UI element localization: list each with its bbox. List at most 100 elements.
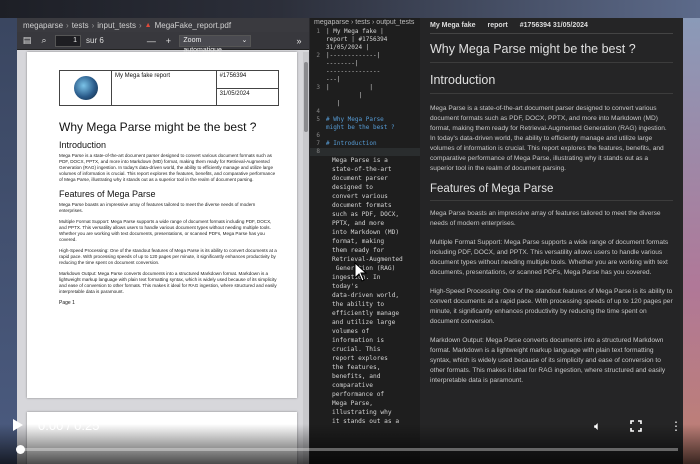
preview-table-report: report — [487, 22, 508, 29]
editor-line[interactable]: --------------- — [310, 68, 420, 76]
line-text — [326, 148, 420, 156]
preview-table-meta: #1756394 31/05/2024 — [519, 22, 588, 29]
fullscreen-icon[interactable] — [630, 420, 642, 432]
line-text — [326, 108, 420, 116]
pdf-features-heading: Features of Mega Parse — [59, 189, 156, 199]
line-number — [310, 92, 326, 100]
editor-breadcrumb: megaparse › tests › output_tests — [314, 19, 415, 26]
line-number: 1 — [316, 28, 320, 35]
mouse-cursor-icon — [354, 262, 368, 282]
pdf-page-1: My Mega fake report #1756394 31/05/2024 … — [27, 52, 297, 398]
ed-crumb-0[interactable]: megaparse — [314, 19, 349, 26]
line-number — [310, 44, 326, 52]
line-number — [310, 36, 326, 44]
line-number: 4 — [316, 108, 320, 115]
more-tools-icon[interactable]: » — [293, 35, 305, 47]
editor-line[interactable]: 31/05/2024 | — [310, 44, 420, 52]
crumb-0[interactable]: megaparse — [23, 21, 63, 30]
volume-icon[interactable]: 🔈︎ — [594, 420, 601, 432]
search-icon[interactable]: ⌕ — [38, 35, 50, 47]
more-options-icon[interactable]: ⋮ — [670, 420, 682, 432]
line-text: | | — [326, 84, 373, 91]
ed-crumb-1[interactable]: tests — [355, 19, 370, 26]
right-backdrop — [683, 18, 700, 464]
editor-line[interactable]: 5 # Why Mega Parse — [310, 116, 420, 124]
preview-features-intro: Mega Parse boasts an impressive array of… — [430, 210, 661, 227]
editor-line[interactable]: 8 — [310, 148, 420, 156]
video-scrubber-handle[interactable] — [16, 445, 25, 454]
line-number — [310, 76, 326, 84]
line-text: ---| — [326, 76, 341, 83]
chevron-down-icon: ⌄ — [241, 36, 248, 44]
report-date: 31/05/2024 — [215, 87, 280, 106]
editor-lines[interactable]: 1 | My Mega fake | report | #1756394 31/05/… — [310, 28, 420, 156]
crumb-3[interactable]: MegaFake_report.pdf — [155, 21, 232, 30]
line-text: --------| — [326, 60, 359, 67]
line-number: 5 — [316, 116, 320, 123]
crumb-2[interactable]: input_tests — [97, 21, 136, 30]
play-icon[interactable] — [12, 418, 24, 432]
editor-line[interactable]: | — [310, 100, 420, 108]
line-text: | — [326, 92, 363, 99]
editor-line[interactable]: 6 — [310, 132, 420, 140]
pdf-intro-heading: Introduction — [59, 140, 107, 150]
zoom-label: Zoom automatique — [183, 36, 222, 54]
editor-line[interactable]: report | #1756394 — [310, 36, 420, 44]
pdf-feature-speed: High-Speed Processing: One of the stando… — [59, 248, 277, 265]
line-number — [310, 100, 326, 108]
preview-features-heading: Features of Mega Parse — [430, 183, 673, 201]
pdf-scrollbar[interactable] — [303, 52, 309, 464]
line-number: 6 — [316, 132, 320, 139]
preview-feature-multi: Multiple Format Support: Mega Parse supp… — [430, 239, 669, 276]
line-number — [310, 124, 326, 132]
line-text: | — [326, 100, 341, 107]
editor-line[interactable]: 2 |-------------| — [310, 52, 420, 60]
line-text: report | #1756394 — [326, 36, 388, 43]
page-count: sur 6 — [86, 36, 104, 45]
report-header-table: My Mega fake report #1756394 31/05/2024 — [59, 70, 280, 106]
pdf-heading: Why Mega Parse might be the best ? — [59, 120, 257, 134]
pdf-scroll-thumb[interactable] — [304, 62, 308, 132]
line-number — [310, 60, 326, 68]
sidebar-toggle-icon[interactable]: ▤ — [21, 35, 33, 47]
line-text: | My Mega fake | — [326, 28, 384, 35]
zoom-select[interactable]: Zoom automatique ⌄ — [179, 34, 252, 54]
preview-feature-speed: High-Speed Processing: One of the stando… — [430, 288, 673, 325]
preview-heading: Why Mega Parse might be the best ? — [430, 42, 673, 63]
line-text: might be the best ? — [326, 124, 395, 131]
pdf-breadcrumb: megaparse › tests › input_tests › ▲ MegaFak… — [17, 18, 309, 32]
editor-line[interactable]: ---| — [310, 76, 420, 84]
zoom-in-icon[interactable]: + — [162, 35, 174, 47]
pdf-feature-md: Markdown Output: Mega Parse converts doc… — [59, 271, 277, 294]
preview-table-title: My Mega fake — [430, 22, 476, 29]
line-text — [326, 132, 420, 140]
preview-intro-heading: Introduction — [430, 73, 673, 94]
editor-line[interactable]: 4 — [310, 108, 420, 116]
editor-line[interactable]: 1 | My Mega fake | — [310, 28, 420, 36]
crumb-1[interactable]: tests — [72, 21, 89, 30]
editor-line[interactable]: --------| — [310, 60, 420, 68]
ed-crumb-2[interactable]: output_tests — [376, 19, 414, 26]
left-backdrop — [0, 18, 17, 464]
preview-table-row: My Mega fake report #1756394 31/05/2024 — [430, 18, 673, 34]
pdf-page-footer: Page 1 — [59, 300, 75, 306]
video-progress-bar[interactable] — [20, 448, 678, 451]
pdf-toolbar: ▤ ⌕ 1 sur 6 — + Zoom automatique ⌄ » — [17, 32, 309, 54]
pdf-viewer: megaparse › tests › input_tests › ▲ MegaFak… — [17, 18, 309, 464]
preview-feature-md: Markdown Output: Mega Parse converts doc… — [430, 337, 666, 384]
line-text: 31/05/2024 | — [326, 44, 370, 51]
editor-line[interactable]: 7 # Introduction — [310, 140, 420, 148]
line-number: 8 — [316, 148, 320, 155]
top-strip — [0, 0, 700, 18]
page-number-input[interactable]: 1 — [55, 34, 81, 47]
zoom-out-icon[interactable]: — — [145, 35, 157, 47]
editor-line[interactable]: might be the best ? — [310, 124, 420, 132]
editor-paragraph[interactable]: Mega Parse is a state-of-the-art documen… — [332, 156, 420, 426]
editor-line[interactable]: 3 | | — [310, 84, 420, 92]
line-text: # Why Mega Parse — [326, 116, 384, 123]
line-text: |-------------| — [326, 52, 381, 59]
markdown-editor[interactable]: megaparse › tests › output_tests 1 | My M… — [310, 18, 420, 464]
editor-line[interactable]: | — [310, 92, 420, 100]
report-id: #1756394 — [215, 70, 280, 89]
pdf-intro-text: Mega Parse is a state-of-the-art documen… — [59, 153, 276, 182]
